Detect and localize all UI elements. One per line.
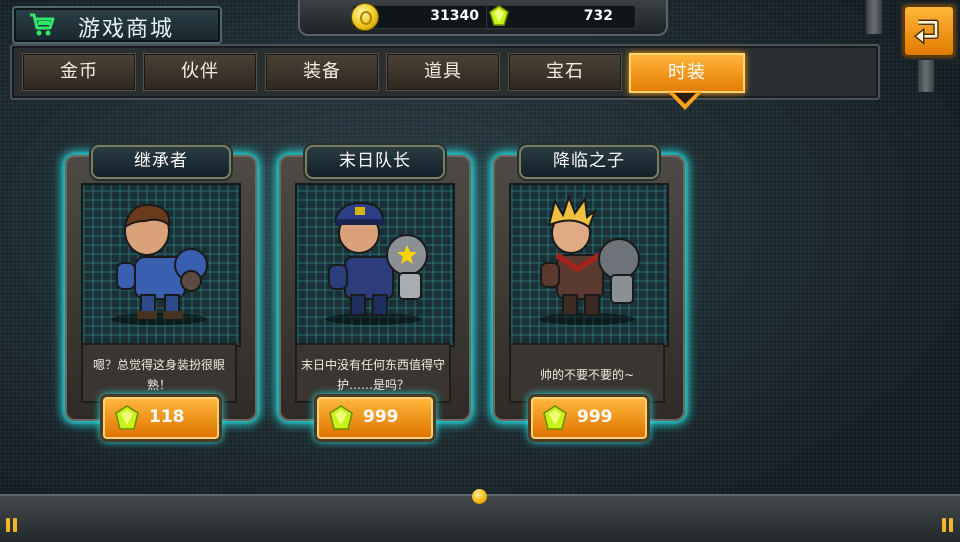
- tab-equipment[interactable]: 装备: [265, 53, 379, 91]
- currency-panel: 31340 732: [298, 0, 668, 36]
- tab-items[interactable]: 道具: [386, 53, 500, 91]
- tab-coins[interactable]: 金币: [22, 53, 136, 91]
- active-tab-indicator-inner: [674, 93, 696, 104]
- item-price: 999: [577, 407, 613, 427]
- buy-button[interactable]: 118: [103, 397, 219, 439]
- gem-icon: [329, 405, 353, 430]
- item-name: 继承者: [91, 145, 231, 179]
- tab-gems[interactable]: 宝石: [508, 53, 622, 91]
- right-handle-icon: [942, 518, 954, 532]
- character-preview: [295, 183, 455, 347]
- tab-partners[interactable]: 伙伴: [143, 53, 257, 91]
- coin-icon: [351, 3, 379, 31]
- item-price: 999: [363, 407, 399, 427]
- gem-icon: [489, 5, 509, 26]
- coin-balance: 31340: [351, 3, 502, 31]
- shop-item-card[interactable]: 末日中没有任何东西值得守护……是吗？ 末日队长 999: [279, 145, 471, 445]
- shop-item-card[interactable]: 嗯？总觉得这身装扮很眼熟！ 继承者 118: [65, 145, 257, 445]
- gem-icon: [115, 405, 139, 430]
- item-description: 嗯？总觉得这身装扮很眼熟！: [81, 343, 237, 403]
- gem-balance: 732: [486, 5, 636, 29]
- page-title: 游戏商城: [78, 17, 175, 42]
- character-portrait-icon: [111, 203, 208, 325]
- back-button[interactable]: [902, 4, 956, 58]
- gem-value: 732: [583, 8, 613, 24]
- item-description: 末日中没有任何东西值得守护……是吗？: [295, 343, 451, 403]
- gem-icon: [543, 405, 567, 430]
- pipe-decoration: [866, 0, 882, 34]
- pipe-decoration: [918, 52, 934, 92]
- category-tab-bar: 金币 伙伴 装备 道具 宝石 时装: [10, 44, 880, 100]
- shop-title-plate: 游戏商城: [12, 6, 222, 44]
- item-price: 118: [149, 407, 185, 427]
- card-frame: 帅的不要不要的~: [493, 155, 685, 421]
- buy-button[interactable]: 999: [317, 397, 433, 439]
- coin-value: 31340: [430, 8, 479, 24]
- character-preview: [81, 183, 241, 347]
- card-frame: 末日中没有任何东西值得守护……是吗？: [279, 155, 471, 421]
- shop-item-card[interactable]: 帅的不要不要的~ 降临之子 999: [493, 145, 685, 445]
- buy-button[interactable]: 999: [531, 397, 647, 439]
- left-handle-icon: [6, 518, 18, 532]
- item-description: 帅的不要不要的~: [509, 343, 665, 403]
- card-frame: 嗯？总觉得这身装扮很眼熟！: [65, 155, 257, 421]
- return-arrow-icon: [913, 19, 939, 45]
- item-name: 降临之子: [519, 145, 659, 179]
- tab-fashion[interactable]: 时装: [629, 53, 745, 93]
- item-name: 末日队长: [305, 145, 445, 179]
- character-portrait-icon: [325, 201, 428, 325]
- character-preview: [509, 183, 669, 347]
- character-portrait-icon: [539, 194, 640, 325]
- page-indicator-dot[interactable]: [472, 489, 487, 504]
- shopping-cart-icon: [30, 13, 55, 36]
